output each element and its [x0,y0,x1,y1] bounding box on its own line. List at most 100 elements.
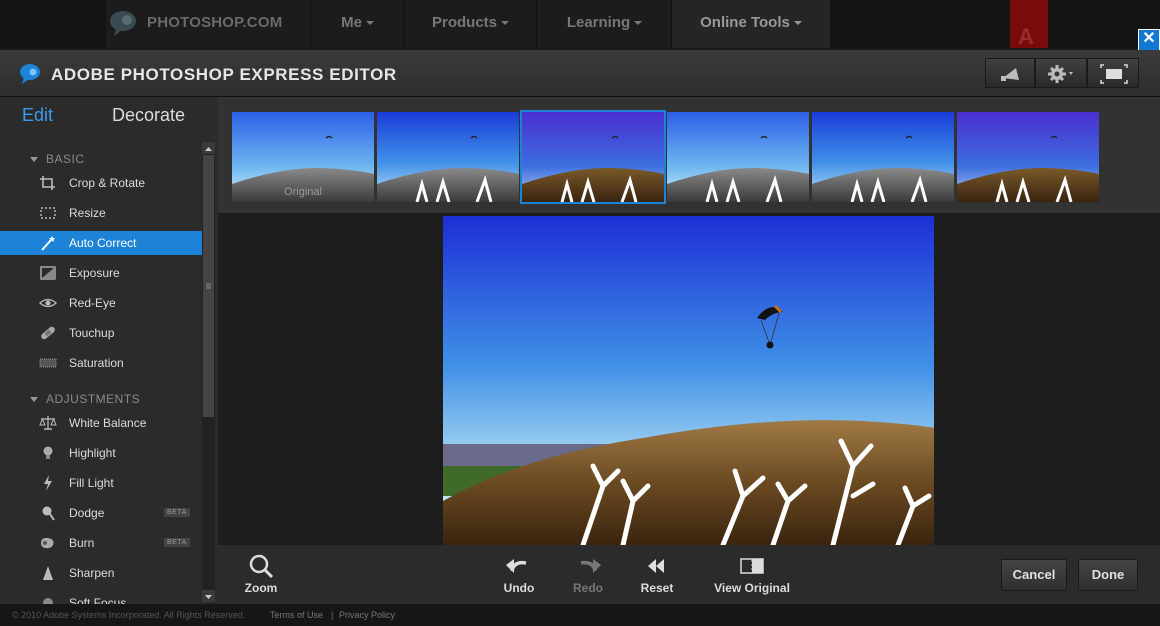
tool-label: Exposure [69,266,120,280]
terms-link[interactable]: Terms of Use [270,604,323,626]
nav-products-label: Products [431,14,497,31]
scale-icon [39,416,57,430]
scroll-down-button[interactable] [202,590,215,602]
settings-button[interactable] [1035,58,1087,88]
zoom-label: Zoom [244,581,278,595]
beta-badge: BETA [164,508,190,517]
undo-icon [506,559,527,573]
nav-online-tools[interactable]: Online Tools [671,0,830,48]
copyright-text: © 2010 Adobe Systems Incorporated. All R… [12,610,246,620]
cancel-button[interactable]: Cancel [1001,559,1067,591]
chevron-down-icon [501,21,509,26]
thumbnail-image [812,112,954,202]
scroll-thumb[interactable] [203,155,214,417]
tool-label: Resize [69,206,106,220]
view-original-icon [740,558,764,574]
tool-clip: Soft Focus [0,591,202,604]
redo-icon [580,559,601,573]
magnifier-icon [249,554,274,579]
soft-focus-icon [43,598,53,604]
tool-exposure[interactable]: Exposure [0,261,202,285]
footer: © 2010 Adobe Systems Incorporated. All R… [0,604,1160,626]
tool-label: Crop & Rotate [69,176,146,190]
thumbnail-variation-4[interactable] [812,112,954,202]
saturation-icon [39,358,57,368]
dodge-icon [42,506,55,521]
tool-auto-correct[interactable]: Auto Correct [0,231,202,255]
resize-icon [40,207,56,219]
adobe-logo[interactable]: A [1010,0,1048,49]
thumbnail-variation-2[interactable] [520,110,666,204]
thumbnail-image [377,112,519,202]
tab-edit[interactable]: Edit [22,105,53,126]
section-adjustments[interactable]: ADJUSTMENTS [30,392,140,406]
close-icon[interactable]: ✕ [1138,29,1160,51]
tool-white-balance[interactable]: White Balance [0,411,202,435]
view-original-label: View Original [714,581,790,595]
thumbnail-original[interactable]: Original [232,112,374,202]
image-canvas[interactable] [218,213,1160,545]
tab-decorate[interactable]: Decorate [112,105,185,126]
site-navbar: PHOTOSHOP.COM Me Products Learning Onlin… [0,0,1160,49]
section-basic[interactable]: BASIC [30,152,85,166]
crop-icon [40,176,55,190]
tool-highlight[interactable]: Highlight [0,441,202,465]
undo-label: Undo [503,581,535,595]
undo-button[interactable]: Undo [501,553,537,595]
tool-label: Fill Light [69,476,114,490]
tool-label: Red-Eye [69,296,116,310]
tool-sharpen[interactable]: Sharpen [0,561,202,585]
chevron-down-icon [793,21,802,26]
tool-label: Touchup [69,326,115,340]
tool-label: Auto Correct [69,236,137,250]
bottom-toolbar: Zoom Undo Redo Reset View Original Cance… [218,545,1160,604]
thumbnail-variation-3[interactable] [667,112,809,202]
tool-resize[interactable]: Resize [0,201,202,225]
eye-icon [39,298,57,308]
done-button[interactable]: Done [1078,559,1138,591]
megaphone-icon [1001,68,1019,81]
tool-crop-rotate[interactable]: Crop & Rotate [0,171,202,195]
photoshop-logo-icon [110,11,136,36]
collapse-triangle-icon [30,157,38,163]
nav-learning[interactable]: Learning [536,0,672,48]
bulb-icon [43,446,53,459]
section-basic-label: BASIC [46,152,85,166]
tool-dodge[interactable]: Dodge BETA [0,501,202,525]
sharpen-icon [43,566,53,580]
fullscreen-icon [1100,64,1128,84]
tool-label: Saturation [69,356,124,370]
tools-scrollbar[interactable] [202,142,215,602]
redo-button[interactable]: Redo [570,553,606,595]
thumbnail-variation-1[interactable] [377,112,519,202]
tool-burn[interactable]: Burn BETA [0,531,202,555]
thumbnail-variation-5[interactable] [957,112,1099,202]
bandage-icon [41,326,55,340]
editor-header: ADOBE PHOTOSHOP EXPRESS EDITOR [0,50,1160,97]
photoshop-com-logo[interactable]: PHOTOSHOP.COM [106,0,310,48]
scroll-up-button[interactable] [202,142,215,154]
tool-label: Soft Focus [69,596,127,604]
nav-me[interactable]: Me [310,0,404,48]
fullscreen-button[interactable] [1087,58,1139,88]
tool-fill-light[interactable]: Fill Light [0,471,202,495]
logo-text: PHOTOSHOP.COM [147,14,283,31]
zoom-button[interactable]: Zoom [243,553,279,595]
burn-icon [41,537,54,549]
nav-online-tools-label: Online Tools [700,14,790,31]
tool-soft-focus[interactable]: Soft Focus [0,591,202,604]
view-original-button[interactable]: View Original [712,553,792,595]
tools-panel: Edit Decorate BASIC Crop & Rotate Resize… [0,97,218,604]
main-photo [443,216,934,545]
feedback-button[interactable] [985,58,1035,88]
redo-label: Redo [573,581,603,595]
tool-label: Burn [69,536,95,550]
tool-red-eye[interactable]: Red-Eye [0,291,202,315]
tool-saturation[interactable]: Saturation [0,351,202,375]
nav-products[interactable]: Products [403,0,537,48]
chevron-down-icon [365,21,374,26]
tool-touchup[interactable]: Touchup [0,321,202,345]
reset-button[interactable]: Reset [639,553,675,595]
tool-label: White Balance [69,416,147,430]
privacy-link[interactable]: Privacy Policy [339,604,395,626]
